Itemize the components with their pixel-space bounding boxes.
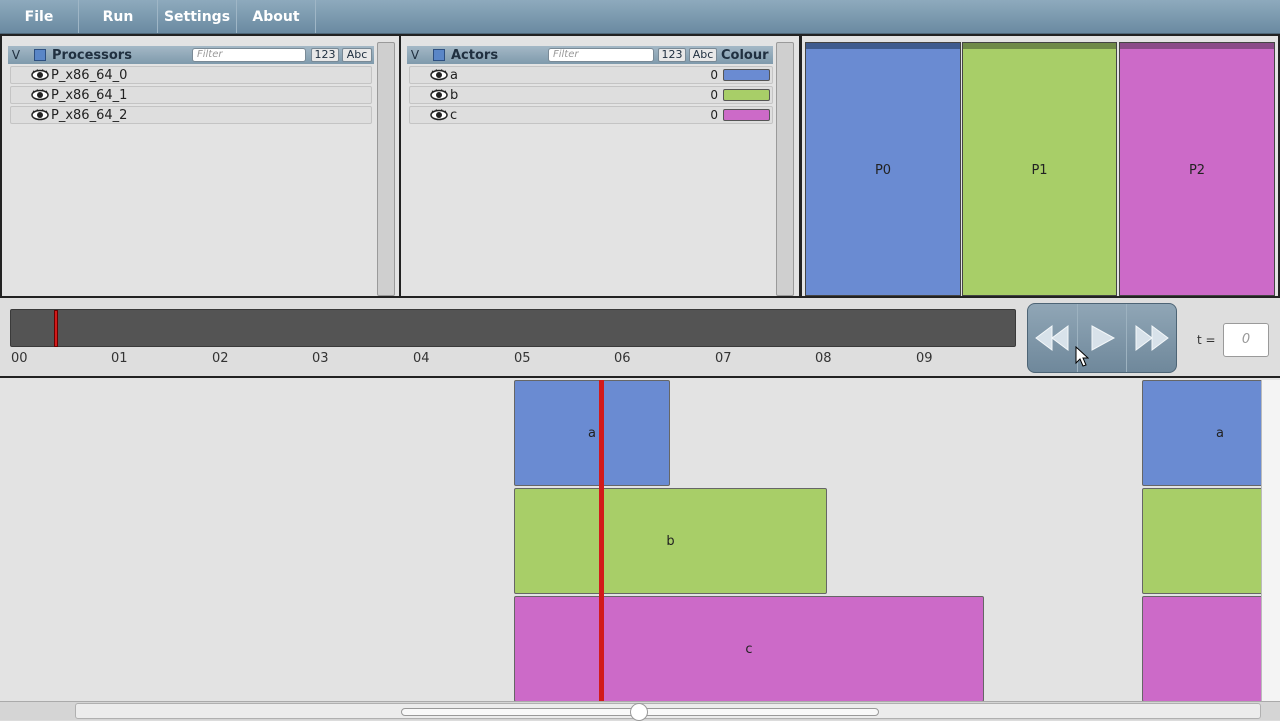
collapse-chevron-icon[interactable]: V bbox=[407, 48, 423, 62]
processor-row[interactable]: P_x86_64_0 bbox=[10, 66, 372, 84]
play-icon bbox=[1091, 325, 1116, 351]
actor-row[interactable]: c 0 bbox=[409, 106, 773, 124]
actor-colour-swatch[interactable] bbox=[723, 109, 770, 121]
processor-header-bar bbox=[806, 43, 960, 49]
eye-icon[interactable] bbox=[31, 89, 49, 101]
actors-scrollbar[interactable] bbox=[776, 42, 794, 296]
timeline-track[interactable] bbox=[10, 309, 1016, 347]
fast-forward-icon bbox=[1135, 325, 1169, 351]
actor-count: 0 bbox=[710, 68, 718, 82]
actors-title: Actors bbox=[451, 47, 499, 63]
processors-title: Processors bbox=[52, 47, 132, 63]
processor-row[interactable]: P_x86_64_2 bbox=[10, 106, 372, 124]
actor-row[interactable]: a 0 bbox=[409, 66, 773, 84]
actor-name: c bbox=[450, 107, 458, 123]
horizontal-scrollbar[interactable] bbox=[0, 701, 1280, 721]
timeline-tick: 08 bbox=[815, 351, 832, 366]
gantt-bar-a[interactable]: a bbox=[514, 380, 670, 486]
timeline-tick: 04 bbox=[413, 351, 430, 366]
processor-name: P_x86_64_0 bbox=[51, 67, 128, 83]
timeline-tick: 01 bbox=[111, 351, 128, 366]
mouse-cursor-icon bbox=[1075, 346, 1089, 367]
eye-icon[interactable] bbox=[430, 69, 448, 81]
colour-column-header: Colour bbox=[721, 47, 769, 63]
actor-row[interactable]: b 0 bbox=[409, 86, 773, 104]
menu-bar: File Run Settings About bbox=[0, 0, 1280, 34]
processors-sort-alpha-button[interactable]: Abc bbox=[342, 48, 372, 62]
timeline-area: 00 01 02 03 04 05 06 07 08 09 t = 0 bbox=[0, 298, 1280, 378]
menu-run[interactable]: Run bbox=[79, 0, 158, 33]
actors-filter-input[interactable]: Filter bbox=[548, 48, 654, 62]
processors-scrollbar[interactable] bbox=[377, 42, 395, 296]
gantt-time-cursor[interactable] bbox=[599, 380, 604, 702]
timeline-tick: 00 bbox=[11, 351, 28, 366]
timeline-tick: 07 bbox=[715, 351, 732, 366]
menu-about[interactable]: About bbox=[237, 0, 316, 33]
gantt-bar-a[interactable]: a bbox=[1142, 380, 1280, 486]
processor-column-p2[interactable]: P2 bbox=[1119, 42, 1275, 296]
processors-sort-numeric-button[interactable]: 123 bbox=[311, 48, 339, 62]
timeline-playhead[interactable] bbox=[54, 310, 58, 347]
eye-icon[interactable] bbox=[31, 109, 49, 121]
eye-icon[interactable] bbox=[430, 89, 448, 101]
actor-name: a bbox=[450, 67, 458, 83]
processors-filter-input[interactable]: Filter bbox=[192, 48, 306, 62]
gantt-bar-b[interactable]: b bbox=[514, 488, 827, 594]
timeline-tick: 02 bbox=[212, 351, 229, 366]
actor-name: b bbox=[450, 87, 459, 103]
timeline-tick: 05 bbox=[514, 351, 531, 366]
zoom-slider-knob[interactable] bbox=[630, 703, 648, 721]
processor-view: P0 P1 P2 bbox=[801, 34, 1280, 298]
timeline-tick: 03 bbox=[312, 351, 329, 366]
timeline-tick: 09 bbox=[916, 351, 933, 366]
actors-header: V Actors Filter 123 Abc Colour bbox=[407, 46, 773, 64]
actors-sort-numeric-button[interactable]: 123 bbox=[658, 48, 686, 62]
gantt-bar-c[interactable]: c bbox=[514, 596, 984, 702]
gantt-vertical-scrollbar[interactable] bbox=[1261, 380, 1280, 702]
actor-count: 0 bbox=[710, 88, 718, 102]
processor-row[interactable]: P_x86_64_1 bbox=[10, 86, 372, 104]
menu-settings[interactable]: Settings bbox=[158, 0, 237, 33]
processor-name: P_x86_64_1 bbox=[51, 87, 128, 103]
processor-name: P_x86_64_2 bbox=[51, 107, 128, 123]
processor-label: P1 bbox=[1031, 163, 1048, 178]
actors-sort-alpha-button[interactable]: Abc bbox=[689, 48, 717, 62]
collapse-chevron-icon[interactable]: V bbox=[8, 48, 24, 62]
processors-select-all-checkbox[interactable] bbox=[34, 49, 46, 61]
processor-header-bar bbox=[963, 43, 1116, 49]
processor-label: P2 bbox=[1188, 163, 1206, 178]
gantt-bar-c[interactable] bbox=[1142, 596, 1280, 702]
eye-icon[interactable] bbox=[31, 69, 49, 81]
playback-controls bbox=[1027, 303, 1177, 373]
rewind-icon bbox=[1035, 325, 1069, 351]
gantt-bar-b[interactable] bbox=[1142, 488, 1280, 594]
fast-forward-button[interactable] bbox=[1127, 304, 1176, 372]
actor-count: 0 bbox=[710, 108, 718, 122]
actors-select-all-checkbox[interactable] bbox=[433, 49, 445, 61]
actor-colour-swatch[interactable] bbox=[723, 89, 770, 101]
rewind-button[interactable] bbox=[1028, 304, 1078, 372]
processor-column-p0[interactable]: P0 bbox=[805, 42, 961, 296]
processors-header: V Processors Filter 123 Abc bbox=[8, 46, 374, 64]
processor-label: P0 bbox=[874, 163, 892, 178]
timeline-tick: 06 bbox=[614, 351, 631, 366]
actors-panel: V Actors Filter 123 Abc Colour a 0 b 0 c… bbox=[400, 34, 801, 298]
processor-header-bar bbox=[1120, 43, 1274, 49]
eye-icon[interactable] bbox=[430, 109, 448, 121]
time-input[interactable]: 0 bbox=[1223, 323, 1269, 357]
gantt-view: a b c a bbox=[0, 378, 1280, 720]
time-label: t = bbox=[1197, 333, 1216, 347]
menu-file[interactable]: File bbox=[0, 0, 79, 33]
processors-panel: V Processors Filter 123 Abc P_x86_64_0 P… bbox=[0, 34, 400, 298]
processor-column-p1[interactable]: P1 bbox=[962, 42, 1117, 296]
actor-colour-swatch[interactable] bbox=[723, 69, 770, 81]
